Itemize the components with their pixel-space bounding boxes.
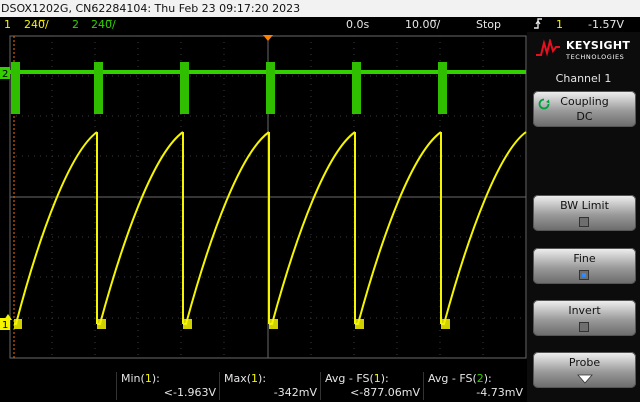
measurement-max[interactable]: Max(1): -342mV xyxy=(219,372,321,400)
ch1-waveform xyxy=(14,131,527,325)
softkey-panel: KEYSIGHT TECHNOLOGIES Channel 1 Coupling… xyxy=(527,32,640,402)
coupling-softkey[interactable]: Coupling DC xyxy=(533,91,636,127)
probe-label: Probe xyxy=(568,356,601,369)
measurement-value: -342mV xyxy=(273,386,317,399)
trigger-position-icon[interactable] xyxy=(263,35,273,41)
fine-softkey[interactable]: Fine xyxy=(533,248,636,284)
bw-limit-softkey[interactable]: BW Limit xyxy=(533,195,636,231)
bw-limit-label: BW Limit xyxy=(560,199,609,212)
invert-label: Invert xyxy=(568,304,601,317)
coupling-label: Coupling xyxy=(560,95,609,108)
ch2-ground-marker[interactable]: 2 xyxy=(0,67,10,80)
submenu-arrow-icon xyxy=(577,374,593,384)
measurement-value: -4.73mV xyxy=(476,386,523,399)
waveform-display[interactable]: 2 1 xyxy=(0,32,527,370)
trigger-source[interactable]: 1 xyxy=(556,17,563,32)
invert-checkbox[interactable] xyxy=(579,322,589,332)
invert-softkey[interactable]: Invert xyxy=(533,300,636,336)
brand-sub: TECHNOLOGIES xyxy=(566,53,625,61)
title-text: DSOX1202G, CN62284104: Thu Feb 23 09:17:… xyxy=(1,2,301,15)
measurement-avg-ch2[interactable]: Avg - FS(2): -4.73mV xyxy=(423,372,527,400)
bw-limit-checkbox[interactable] xyxy=(579,217,589,227)
measurement-min[interactable]: Min(1): <-1.963V xyxy=(116,372,220,400)
measurement-bar: Min(1): <-1.963V Max(1): -342mV Avg - FS… xyxy=(0,370,527,402)
coupling-value: DC xyxy=(576,110,593,123)
ch2-scale[interactable]: 240̅/ xyxy=(91,17,116,32)
fine-label: Fine xyxy=(573,252,596,265)
measurement-label: Min(1): xyxy=(121,372,160,385)
time-delay[interactable]: 0.0s xyxy=(346,17,369,32)
fine-checkbox[interactable] xyxy=(579,270,589,280)
title-bar: DSOX1202G, CN62284104: Thu Feb 23 09:17:… xyxy=(0,0,640,17)
svg-text:1: 1 xyxy=(2,320,8,331)
run-state[interactable]: Stop xyxy=(476,17,501,32)
probe-softkey[interactable]: Probe xyxy=(533,352,636,388)
keysight-logo: KEYSIGHT TECHNOLOGIES xyxy=(535,36,635,68)
measurement-avg-ch1[interactable]: Avg - FS(1): <-877.06mV xyxy=(320,372,424,400)
trigger-level[interactable]: -1.57V xyxy=(588,17,624,32)
svg-text:2: 2 xyxy=(2,69,8,80)
measurement-value: <-877.06mV xyxy=(350,386,420,399)
brand-name: KEYSIGHT xyxy=(566,39,631,52)
time-scale[interactable]: 10.00̅/ xyxy=(405,17,440,32)
trigger-level-marker[interactable] xyxy=(4,314,12,320)
ch2-waveform xyxy=(10,62,526,114)
ch1-scale[interactable]: 240̅/ xyxy=(24,17,49,32)
measurement-label: Avg - FS(1): xyxy=(325,372,389,385)
ch2-number[interactable]: 2 xyxy=(72,17,79,32)
ch1-lower-band xyxy=(14,319,450,329)
measurement-label: Avg - FS(2): xyxy=(428,372,492,385)
measurement-value: <-1.963V xyxy=(163,386,216,399)
ch1-number[interactable]: 1 xyxy=(4,17,11,32)
status-bar: 1 240̅/ 2 240̅/ 0.0s 10.00̅/ Stop 1 -1.5… xyxy=(0,17,640,32)
keysight-wave-icon xyxy=(536,39,560,57)
menu-title: Channel 1 xyxy=(555,72,612,85)
measurement-label: Max(1): xyxy=(224,372,267,385)
